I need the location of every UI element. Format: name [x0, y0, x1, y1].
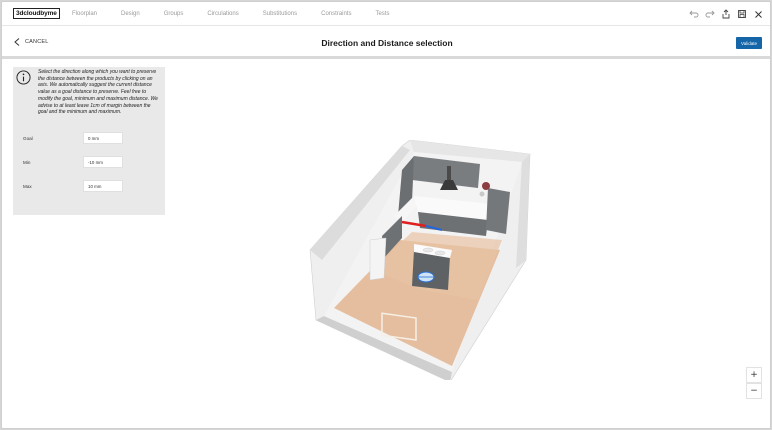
app-window: 3dcloudbyme Floorplan Design Groups Circ… — [1, 1, 771, 429]
nav-groups[interactable]: Groups — [164, 11, 184, 17]
goal-label: Goal — [23, 136, 33, 141]
nav-constraints[interactable]: Constraints — [321, 11, 351, 17]
redo-icon[interactable] — [702, 6, 718, 22]
settings-panel: Select the direction along which you wan… — [13, 67, 165, 215]
info-icon — [16, 70, 31, 85]
max-label: Max — [23, 184, 32, 189]
nav-floorplan[interactable]: Floorplan — [72, 11, 97, 17]
top-nav: 3dcloudbyme Floorplan Design Groups Circ… — [2, 2, 770, 26]
nav-links: Floorplan Design Groups Circulations Sub… — [72, 2, 413, 26]
save-icon[interactable] — [734, 6, 750, 22]
undo-icon[interactable] — [686, 6, 702, 22]
nav-circulations[interactable]: Circulations — [207, 11, 238, 17]
nav-substitutions[interactable]: Substitutions — [263, 11, 297, 17]
workspace: Select the direction along which you wan… — [2, 62, 770, 428]
close-icon[interactable] — [750, 6, 766, 22]
zoom-out-button[interactable]: − — [746, 383, 762, 399]
max-input[interactable] — [83, 180, 123, 192]
nav-tests[interactable]: Tests — [375, 11, 389, 17]
kitchen-3d-view[interactable] — [302, 140, 542, 380]
toolbar-icons — [686, 6, 766, 22]
logo[interactable]: 3dcloudbyme — [13, 8, 60, 19]
share-icon[interactable] — [718, 6, 734, 22]
validate-button[interactable]: Validate — [736, 37, 762, 49]
zoom-in-button[interactable]: + — [746, 367, 762, 383]
sub-header: CANCEL Direction and Distance selection … — [2, 27, 770, 59]
min-label: Min — [23, 160, 31, 165]
goal-input[interactable] — [83, 132, 123, 144]
nav-design[interactable]: Design — [121, 11, 140, 17]
min-input[interactable] — [83, 156, 123, 168]
page-title: Direction and Distance selection — [321, 38, 453, 48]
info-text: Select the direction along which you wan… — [38, 69, 158, 116]
